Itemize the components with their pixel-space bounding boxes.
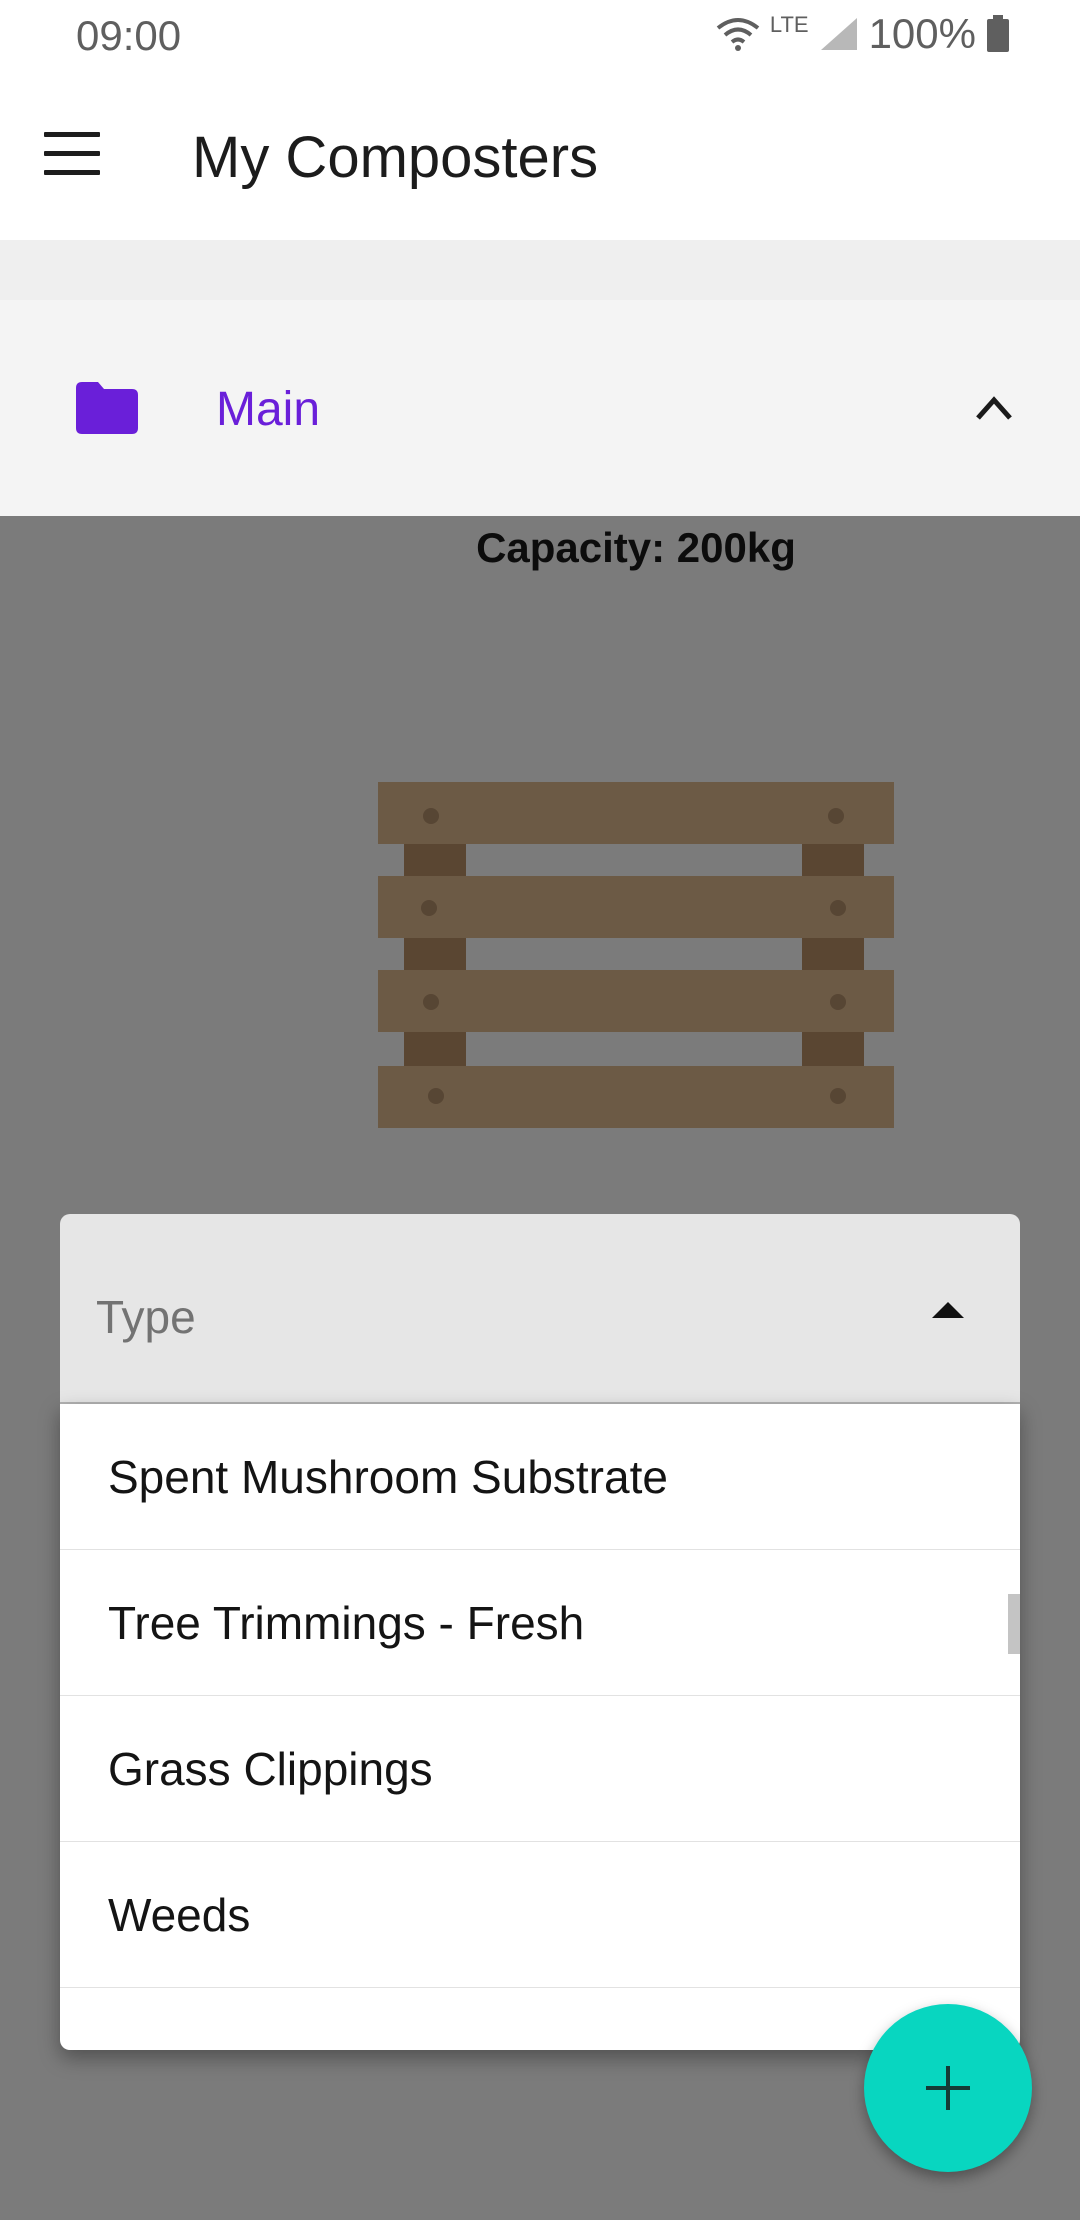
menu-icon[interactable] bbox=[44, 132, 100, 176]
signal-icon bbox=[820, 18, 857, 50]
option-label: Tree Trimmings - Fresh bbox=[108, 1597, 585, 1649]
option-tree-trimmings-fresh[interactable]: Tree Trimmings - Fresh bbox=[60, 1550, 1020, 1696]
option-label: Spent Mushroom Substrate bbox=[108, 1451, 668, 1503]
battery-icon bbox=[987, 15, 1009, 52]
page-title: My Composters bbox=[192, 125, 599, 190]
option-label: Grass Clippings bbox=[108, 1743, 433, 1795]
wifi-icon bbox=[716, 18, 760, 51]
network-type: LTE bbox=[769, 12, 809, 37]
dropdown-arrow-up-icon bbox=[932, 1302, 964, 1318]
composter-pallet-image bbox=[378, 782, 894, 1128]
status-time: 09:00 bbox=[76, 12, 182, 59]
status-bar: 09:00 LTE 100% bbox=[0, 0, 1080, 72]
group-label: Main bbox=[216, 383, 321, 436]
option-weeds[interactable]: Weeds bbox=[60, 1842, 1020, 1988]
type-options-menu[interactable]: Spent Mushroom Substrate Tree Trimmings … bbox=[60, 1404, 1020, 2050]
chevron-up-icon[interactable] bbox=[974, 392, 1014, 422]
battery-percentage: 100% bbox=[868, 10, 976, 57]
option-grass-clippings[interactable]: Grass Clippings bbox=[60, 1696, 1020, 1842]
capacity-label: Capacity: 200kg bbox=[476, 524, 796, 571]
option-partial[interactable] bbox=[60, 1988, 1020, 2048]
type-label: Type bbox=[96, 1291, 196, 1343]
app-bar: My Composters bbox=[0, 72, 1080, 240]
status-icons: LTE 100% bbox=[716, 10, 1010, 58]
option-label: Weeds bbox=[108, 1889, 251, 1941]
option-spent-mushroom-substrate[interactable]: Spent Mushroom Substrate bbox=[60, 1404, 1020, 1550]
group-header-main[interactable]: Main bbox=[0, 300, 1080, 516]
type-select[interactable]: Type bbox=[60, 1214, 1020, 1405]
plus-icon bbox=[926, 2066, 970, 2110]
folder-icon bbox=[76, 382, 138, 434]
section-divider bbox=[0, 240, 1080, 300]
menu-scrollbar[interactable] bbox=[1008, 1594, 1020, 1654]
add-composter-button[interactable] bbox=[864, 2004, 1032, 2172]
